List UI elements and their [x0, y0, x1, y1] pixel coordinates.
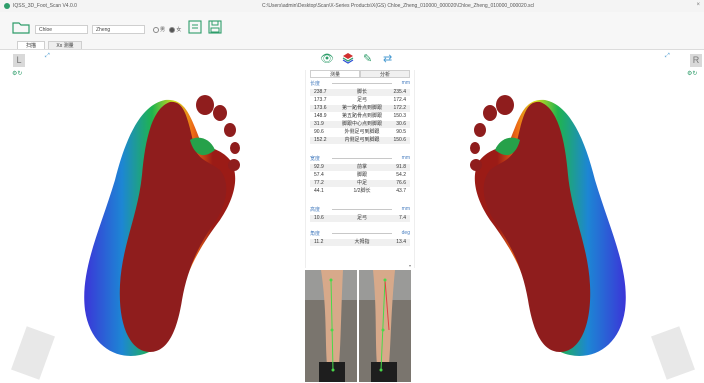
tab-bar	[0, 40, 704, 50]
layers-icon[interactable]	[342, 52, 354, 67]
measurement-label: 第一跖骨点到脚跟	[341, 105, 382, 111]
gender-female-label: 女	[176, 27, 182, 33]
measurement-label: 大拇指	[354, 239, 370, 245]
measurement-row: 44.1 1/2脚长 43.7	[310, 188, 410, 195]
left-foot-pressure-map	[84, 95, 240, 356]
left-value: 90.6	[314, 129, 324, 135]
tools-icon[interactable]: ⚙↻	[687, 70, 697, 77]
measurement-row: 173.6 第一跖骨点到脚跟 172.2	[310, 105, 410, 112]
right-foot-button[interactable]: R	[690, 54, 702, 67]
measurement-label: 第五跖骨点到脚跟	[341, 113, 382, 119]
measurement-label: 脚跟中心点到脚跟	[341, 121, 382, 127]
right-value: 76.6	[396, 180, 406, 186]
close-icon[interactable]: ×	[696, 2, 700, 8]
expand-icon[interactable]: ⤢	[45, 53, 50, 60]
measurement-row: 31.9 脚跟中心点到脚跟 30.6	[310, 121, 410, 128]
left-value: 44.1	[314, 188, 324, 194]
measurement-row: 57.4 脚跟 54.2	[310, 172, 410, 179]
right-leg-photo	[359, 270, 411, 382]
measurement-label: 脚长	[356, 89, 367, 95]
right-value: 90.5	[396, 129, 406, 135]
measurement-label: 1/2脚长	[353, 188, 371, 194]
left-value: 148.9	[314, 113, 327, 119]
measurement-row: 173.7 足弓 172.4	[310, 97, 410, 104]
gender-selector: 男 女	[150, 26, 181, 33]
export-icon[interactable]	[188, 20, 202, 36]
right-value: 91.8	[396, 164, 406, 170]
first-name-field[interactable]: Chloe	[35, 25, 88, 34]
measurement-label: 足弓	[356, 97, 367, 103]
measurement-row: 77.2 中足 76.6	[310, 180, 410, 187]
panel-tab-measure[interactable]: 测量	[310, 70, 360, 78]
left-foot-button[interactable]: L	[13, 54, 25, 67]
panel-tab-analysis[interactable]: 分析	[360, 70, 410, 78]
left-value: 238.7	[314, 89, 327, 95]
measurement-label: 外侧足弓到脚跟	[344, 129, 380, 135]
width-section-header: 宽度 mm	[310, 155, 410, 162]
left-leg-photo	[305, 270, 357, 382]
left-value: 92.9	[314, 164, 324, 170]
measurement-row: 148.9 第五跖骨点到脚跟 150.3	[310, 113, 410, 120]
left-value: 173.6	[314, 105, 327, 111]
measurement-row: 152.2 内侧足弓到脚跟 150.6	[310, 137, 410, 144]
right-value: 172.4	[393, 97, 406, 103]
right-value: 43.7	[396, 188, 406, 194]
right-foot-thumbnail[interactable]	[651, 326, 695, 380]
last-name-field[interactable]: Zheng	[92, 25, 145, 34]
swap-icon[interactable]: ⇄	[383, 52, 392, 65]
file-path: C:\Users\admin\Desktop\Scan\X-Series Pro…	[262, 3, 535, 9]
save-icon[interactable]	[208, 20, 222, 36]
left-foot-thumbnail[interactable]	[11, 326, 55, 380]
measurement-label: 脚跟	[356, 172, 367, 178]
right-foot-pressure-map	[470, 95, 626, 356]
gender-female-radio[interactable]	[169, 26, 176, 33]
measurement-label: 前掌	[356, 164, 367, 170]
right-value: 150.6	[393, 137, 406, 143]
length-section-header: 长度 mm	[310, 80, 410, 87]
measurement-row: 238.7 脚长 235.4	[310, 89, 410, 96]
tab-scan[interactable]: 扫描	[17, 41, 45, 49]
expand-icon[interactable]: ⤢	[665, 53, 670, 60]
app-icon	[4, 3, 10, 9]
app-title: IQSS_3D_Foot_Scan V4.0.0	[13, 3, 77, 9]
gender-male-label: 男	[160, 27, 166, 33]
right-value: 54.2	[396, 172, 406, 178]
measurement-row: 90.6 外侧足弓到脚跟 90.5	[310, 129, 410, 136]
title-bar: IQSS_3D_Foot_Scan V4.0.0 C:\Users\admin\…	[0, 0, 704, 12]
right-value: 13.4	[396, 239, 406, 245]
measurement-label: 中足	[356, 180, 367, 186]
right-value: 150.3	[393, 113, 406, 119]
angle-section-header: 角度 deg	[310, 230, 410, 237]
right-value: 7.4	[399, 215, 406, 221]
tools-icon[interactable]: ⚙↻	[12, 70, 22, 77]
tab-measure[interactable]: Xx 测量	[48, 41, 82, 49]
height-section-header: 高度 mm	[310, 206, 410, 213]
eye-icon[interactable]: 👁	[320, 52, 334, 65]
measurement-row: 10.6 足弓 7.4	[310, 215, 410, 222]
right-value: 235.4	[393, 89, 406, 95]
left-value: 57.4	[314, 172, 324, 178]
measurement-row: 92.9 前掌 91.8	[310, 164, 410, 171]
left-value: 31.9	[314, 121, 324, 127]
scroll-indicator[interactable]: ▾	[409, 263, 411, 268]
measurement-label: 足弓	[356, 215, 367, 221]
right-value: 172.2	[393, 105, 406, 111]
folder-icon[interactable]	[12, 20, 30, 36]
right-value: 30.6	[396, 121, 406, 127]
left-value: 77.2	[314, 180, 324, 186]
pen-icon[interactable]: ✎	[363, 52, 372, 65]
left-value: 10.6	[314, 215, 324, 221]
view-tools: 👁 ✎ ⇄	[305, 52, 413, 68]
left-value: 173.7	[314, 97, 327, 103]
measurement-label: 内侧足弓到脚跟	[344, 137, 380, 143]
left-value: 152.2	[314, 137, 327, 143]
gender-male-radio[interactable]	[153, 26, 159, 33]
left-value: 11.2	[314, 239, 324, 245]
measurement-panel: 测量 分析 长度 mm 238.7 脚长 235.4 173.7 足弓 172.4 173.6…	[305, 70, 415, 268]
measurement-row: 11.2 大拇指 13.4	[310, 239, 410, 246]
